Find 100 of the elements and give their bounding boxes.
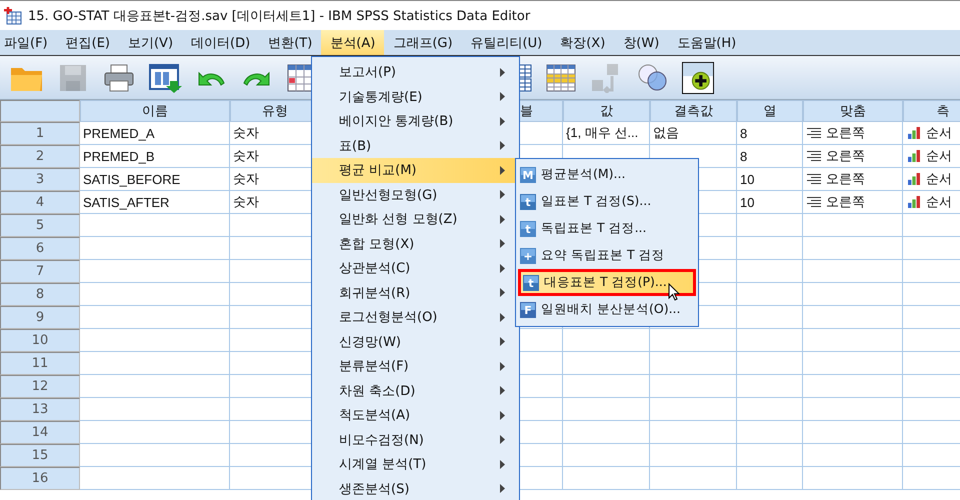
menu-item[interactable]: 편집(E) [56,30,119,55]
row-number[interactable]: 2 [0,145,80,168]
row-number[interactable]: 12 [0,375,80,398]
cell-text: 숫자 [233,170,259,188]
menu-entry[interactable]: 생존분석(S) [312,476,519,500]
menu-item[interactable]: 데이터(D) [182,30,260,55]
row-number[interactable]: 8 [0,283,80,306]
row-number[interactable]: 16 [0,467,80,490]
submenu-arrow-icon [500,116,505,126]
cell-text: 10 [740,194,754,210]
row-number[interactable]: 3 [0,168,80,191]
submenu-entry[interactable]: t 독립표본 T 검정... [518,215,696,242]
cell-text: 순서 [926,170,952,188]
column-header[interactable]: 맞춤 [803,100,903,122]
cell-text: 순서 [926,193,952,211]
table-cell [737,237,803,260]
menu-entry[interactable]: 시계열 분석(T) [312,452,519,476]
row-number[interactable]: 9 [0,306,80,329]
table-cell [737,467,803,490]
submenu-entry[interactable]: M 평균분석(M)... [518,161,696,188]
menu-entry[interactable]: 표(B) [312,134,519,158]
row-number[interactable]: 5 [0,214,80,237]
bar-chart-icon [906,150,922,162]
menu-entry[interactable]: 로그선형분석(O) [312,305,519,330]
menu-item[interactable]: 도움말(H) [668,30,746,55]
menu-entry[interactable]: 보고서(P) [312,60,519,84]
align-right-icon [806,127,822,139]
menu-item[interactable]: 유틸리티(U) [462,30,552,55]
submenu-arrow-icon [500,435,505,444]
column-header[interactable]: 측 [903,100,960,122]
dialog-recall-icon[interactable] [148,62,182,92]
row-number[interactable]: 14 [0,421,80,444]
cell-text: 숫자 [233,124,259,142]
column-header[interactable]: 열 [737,100,803,122]
menu-entry[interactable]: 신경망(W) [312,330,519,354]
app-icon [4,6,22,24]
table-cell [737,398,803,421]
menu-item[interactable]: 그래프(G) [384,30,462,55]
row-number[interactable]: 10 [0,329,80,352]
submenu-arrow-icon [500,312,505,322]
spreadsheet-icon[interactable] [544,62,578,92]
cell-text: 숫자 [233,193,259,211]
menu-item[interactable]: 창(W) [614,30,668,55]
submenu-arrow-icon [500,92,505,102]
bar-chart-icon [906,196,922,208]
submenu-entry[interactable]: + 요약 독립표본 T 검정 [518,242,696,269]
submenu-arrow-icon [500,190,505,200]
cell-text: 오른쪽 [826,170,865,188]
menu-item[interactable]: 확장(X) [551,30,614,55]
column-header[interactable]: 결측값 [650,100,737,122]
row-number[interactable]: 4 [0,191,80,214]
cell-text: 순서 [926,147,952,165]
menu-item[interactable]: 변환(T) [259,30,322,55]
menu-item[interactable]: 보기(V) [118,30,182,55]
test-icon: + [520,248,536,264]
cell-text: 숫자 [233,147,259,165]
row-number[interactable]: 11 [0,352,80,375]
menu-entry[interactable]: 혼합 모형(X) [312,232,519,256]
table-cell [737,283,803,306]
menu-entry[interactable]: 회귀분석(R) [312,280,519,305]
printer-icon[interactable] [102,62,136,92]
row-number[interactable]: 13 [0,398,80,421]
menu-entry[interactable]: 비모수검정(N) [312,428,519,452]
row-number[interactable]: 15 [0,444,80,467]
submenu-entry[interactable]: t 대응표본 T 검정(P)... [518,269,696,296]
menu-entry[interactable]: 척도분석(A) [312,403,519,428]
column-header[interactable]: 값 [563,100,650,122]
row-number[interactable]: 1 [0,122,80,145]
column-header[interactable]: 이름 [80,100,230,122]
menu-entry[interactable]: 일반화 선형 모형(Z) [312,207,519,232]
menu-entry[interactable]: 일반선형모형(G) [312,182,519,207]
menu-entry[interactable]: 상관분석(C) [312,256,519,280]
table-cell [737,306,803,329]
submenu-entry[interactable]: F 일원배치 분산분석(O)... [518,296,696,323]
cell-text: {1, 매우 선... [566,124,638,142]
cell-text: 오른쪽 [826,124,865,142]
submenu-arrow-icon [500,410,505,420]
submenu-arrow-icon [500,288,505,298]
submenu-arrow-icon [500,214,505,224]
cell-text: SATIS_AFTER [83,194,170,210]
table-cell [737,352,803,375]
cell-text: 8 [740,148,748,164]
menu-entry[interactable]: 차원 축소(D) [312,378,519,403]
menu-item[interactable]: 분석(A) [321,30,384,55]
cell-text: 10 [740,172,754,186]
menu-entry[interactable]: 분류분석(F) [312,354,519,378]
submenu-entry[interactable]: t 일표본 T 검정(S)... [518,188,696,215]
cell-text: SATIS_BEFORE [83,172,180,186]
row-number[interactable]: 7 [0,260,80,283]
row-number[interactable]: 6 [0,237,80,260]
menu-item[interactable]: 파일(F) [0,30,57,55]
submenu-arrow-icon [500,386,505,396]
submenu-arrow-icon [500,362,505,371]
bar-chart-icon [906,127,922,139]
cell-text: 없음 [653,124,679,142]
mouse-cursor-icon [668,283,680,301]
test-icon: M [520,166,536,182]
table-cell [737,375,803,398]
table-cell [737,260,803,283]
submenu-arrow-icon [500,166,505,175]
